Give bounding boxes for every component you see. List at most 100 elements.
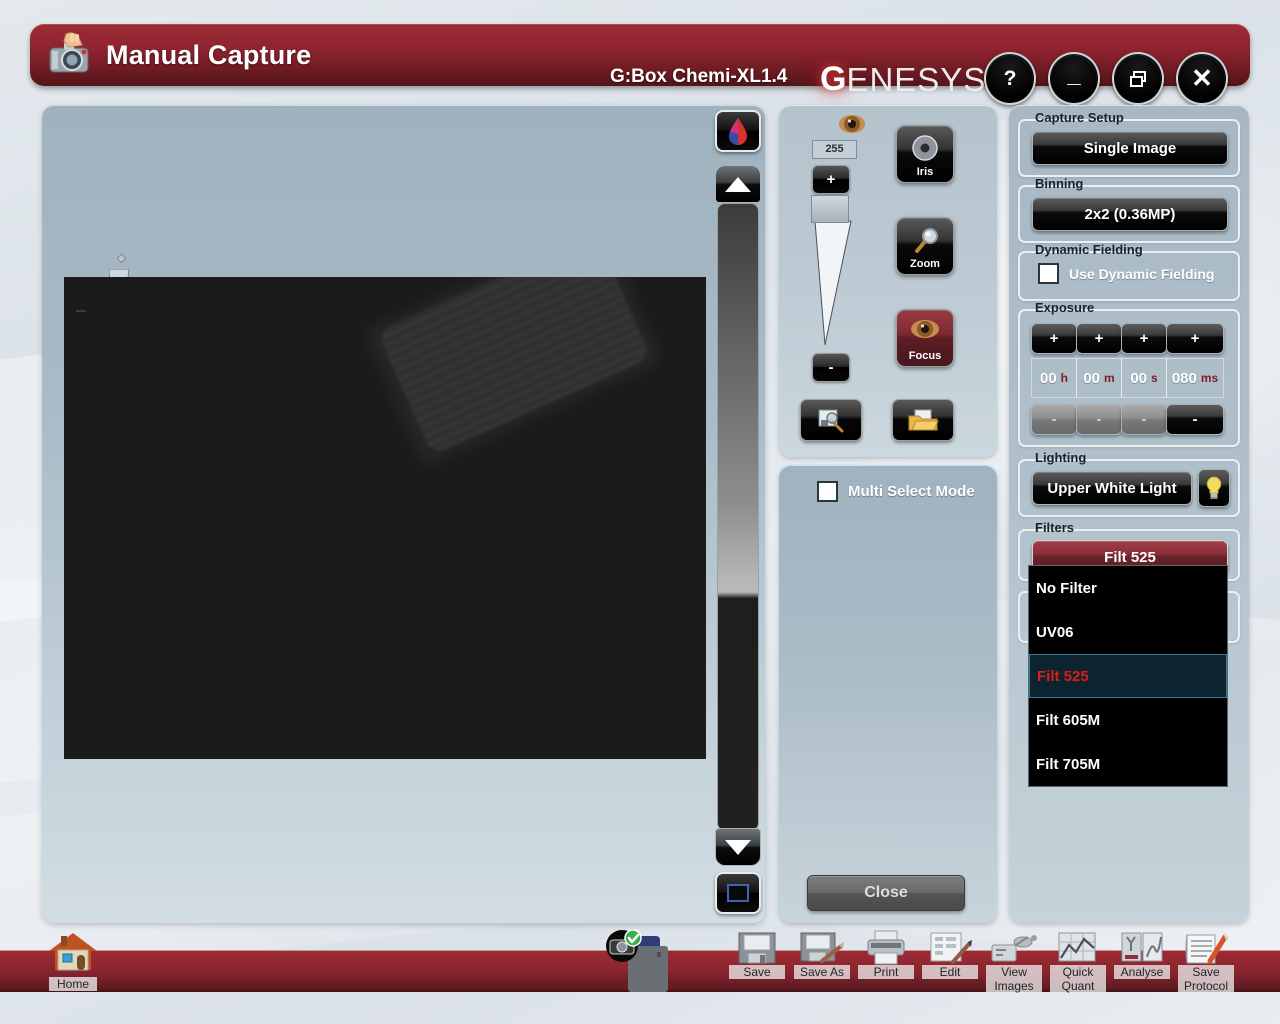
save-protocol-button[interactable]: Save Protocol [1173, 933, 1239, 993]
page-title: Manual Capture [106, 39, 312, 70]
dynamic-fielding-row[interactable]: Use Dynamic Fielding [1038, 263, 1214, 284]
gain-slider-handle[interactable] [811, 195, 849, 223]
capture-setup-button[interactable]: Single Image [1032, 131, 1228, 165]
lighting-group: Lighting Upper White Light [1018, 450, 1240, 517]
chart-icon [1056, 932, 1100, 965]
color-drop-icon[interactable] [715, 110, 761, 152]
wedge-top-marker [116, 253, 127, 264]
exposure-seconds-unit: s [1151, 371, 1158, 385]
filter-option-filt-605m[interactable]: Filt 605M [1029, 698, 1227, 742]
view-images-button[interactable]: View Images [981, 933, 1047, 993]
multi-select-checkbox[interactable] [817, 481, 838, 502]
view-images-button-label: View Images [986, 965, 1042, 993]
exposure-milliseconds-value[interactable]: 080 ms [1166, 358, 1224, 398]
triangle-down-icon [725, 839, 751, 855]
lut-gradient-bar[interactable] [717, 203, 759, 831]
gain-increase-button[interactable]: + [812, 165, 850, 194]
filter-option-filt-705m[interactable]: Filt 705M [1029, 742, 1227, 786]
lighting-title: Lighting [1035, 450, 1087, 465]
restore-button[interactable] [1112, 52, 1164, 105]
close-button[interactable]: Close [807, 875, 965, 911]
exposure-milliseconds-number: 080 [1171, 369, 1197, 387]
camera-ok-icon [600, 929, 690, 996]
analyse-button-label: Analyse [1114, 965, 1170, 979]
save-as-button[interactable]: Save As [789, 932, 855, 993]
floppy-icon [736, 932, 778, 965]
device-name-label: G:Box Chemi-XL1.4 [610, 66, 788, 87]
camera-control-panel: 255 + - Iris Zoom Focus [779, 105, 997, 457]
quick-quant-button[interactable]: Quick Quant [1045, 932, 1111, 993]
analysis-icon [1119, 932, 1165, 965]
exposure-hours-unit: h [1060, 371, 1069, 385]
exposure-minutes-number: 00 [1083, 369, 1100, 387]
exposure-hours-decrease[interactable]: - [1031, 404, 1077, 435]
save-button[interactable]: Save [724, 932, 790, 993]
focus-button-label: Focus [908, 350, 942, 362]
iris-button-label: Iris [916, 166, 934, 178]
window-controls: ? _ ✕ [984, 52, 1228, 105]
gain-wedge-slider[interactable] [811, 195, 861, 350]
scroll-down-button[interactable] [715, 828, 761, 866]
zoom-button[interactable]: Zoom [896, 217, 954, 275]
light-bulb-icon[interactable] [1198, 469, 1230, 507]
exposure-seconds-increase[interactable]: + [1121, 323, 1167, 354]
iris-button[interactable]: Iris [896, 125, 954, 183]
gain-decrease-button[interactable]: - [812, 353, 850, 382]
close-button[interactable]: ✕ [1176, 52, 1228, 105]
exposure-milliseconds-unit: ms [1200, 371, 1219, 385]
open-folder-icon[interactable] [892, 399, 954, 441]
analyse-button[interactable]: Analyse [1109, 932, 1175, 993]
multi-select-row[interactable]: Multi Select Mode [817, 481, 975, 502]
lighting-button[interactable]: Upper White Light [1032, 471, 1192, 505]
captured-image-canvas[interactable] [64, 277, 706, 759]
aperture-icon [897, 134, 953, 162]
filter-dropdown-list[interactable]: No Filter UV06 Filt 525 Filt 605M Filt 7… [1028, 565, 1228, 787]
selection-square-icon[interactable] [715, 872, 761, 914]
brand-rest: ENESYS [846, 60, 987, 98]
dynamic-fielding-checkbox[interactable] [1038, 263, 1059, 284]
genesys-logo: G ENESYS [820, 62, 986, 96]
help-button[interactable]: ? [984, 52, 1036, 105]
magnifier-icon [897, 226, 953, 256]
dynamic-fielding-group: Dynamic Fielding Use Dynamic Fielding [1018, 242, 1240, 301]
print-button[interactable]: Print [853, 930, 919, 993]
title-bar: Manual Capture G:Box Chemi-XL1.4 G ENESY… [30, 24, 1250, 105]
dynamic-fielding-title: Dynamic Fielding [1035, 242, 1143, 257]
exposure-milliseconds-increase[interactable]: + [1166, 323, 1224, 354]
quick-quant-button-label: Quick Quant [1050, 965, 1106, 993]
focus-button[interactable]: Focus [896, 309, 954, 367]
printer-icon [864, 930, 908, 965]
exposure-hours-value[interactable]: 00 h [1031, 358, 1077, 398]
filter-option-filt-525[interactable]: Filt 525 [1029, 654, 1227, 698]
eye-icon [897, 318, 953, 340]
exposure-title: Exposure [1035, 300, 1095, 315]
exposure-minutes-value[interactable]: 00 m [1076, 358, 1122, 398]
exposure-seconds-decrease[interactable]: - [1121, 404, 1167, 435]
exposure-minutes-decrease[interactable]: - [1076, 404, 1122, 435]
exposure-seconds-value[interactable]: 00 s [1121, 358, 1167, 398]
print-button-label: Print [858, 965, 914, 979]
eye-icon [838, 113, 866, 135]
exposure-minutes-unit: m [1104, 371, 1115, 385]
exposure-hours-number: 00 [1039, 369, 1057, 387]
selection-square-inner [727, 884, 749, 902]
exposure-milliseconds-decrease[interactable]: - [1166, 404, 1224, 435]
scroll-up-button[interactable] [715, 165, 761, 203]
edit-button[interactable]: Edit [917, 932, 983, 993]
brand-letter-g: G [820, 60, 847, 98]
filter-option-no-filter[interactable]: No Filter [1029, 566, 1227, 610]
image-left-tick-mark [76, 310, 86, 312]
lut-scale-column [713, 110, 763, 914]
home-button-label: Home [48, 977, 97, 991]
home-button[interactable]: Home [38, 930, 108, 992]
exposure-hours-increase[interactable]: + [1031, 323, 1077, 354]
binning-button[interactable]: 2x2 (0.36MP) [1032, 197, 1228, 231]
minimize-button[interactable]: _ [1048, 52, 1100, 105]
capture-settings-panel: Capture Setup Single Image Binning 2x2 (… [1009, 105, 1249, 923]
image-preview-panel [42, 105, 765, 923]
exposure-minutes-increase[interactable]: + [1076, 323, 1122, 354]
filter-option-uv06[interactable]: UV06 [1029, 610, 1227, 654]
notepad-pencil-icon [1183, 933, 1229, 965]
exposure-seconds-number: 00 [1130, 369, 1147, 387]
image-preview-icon[interactable] [800, 399, 862, 441]
